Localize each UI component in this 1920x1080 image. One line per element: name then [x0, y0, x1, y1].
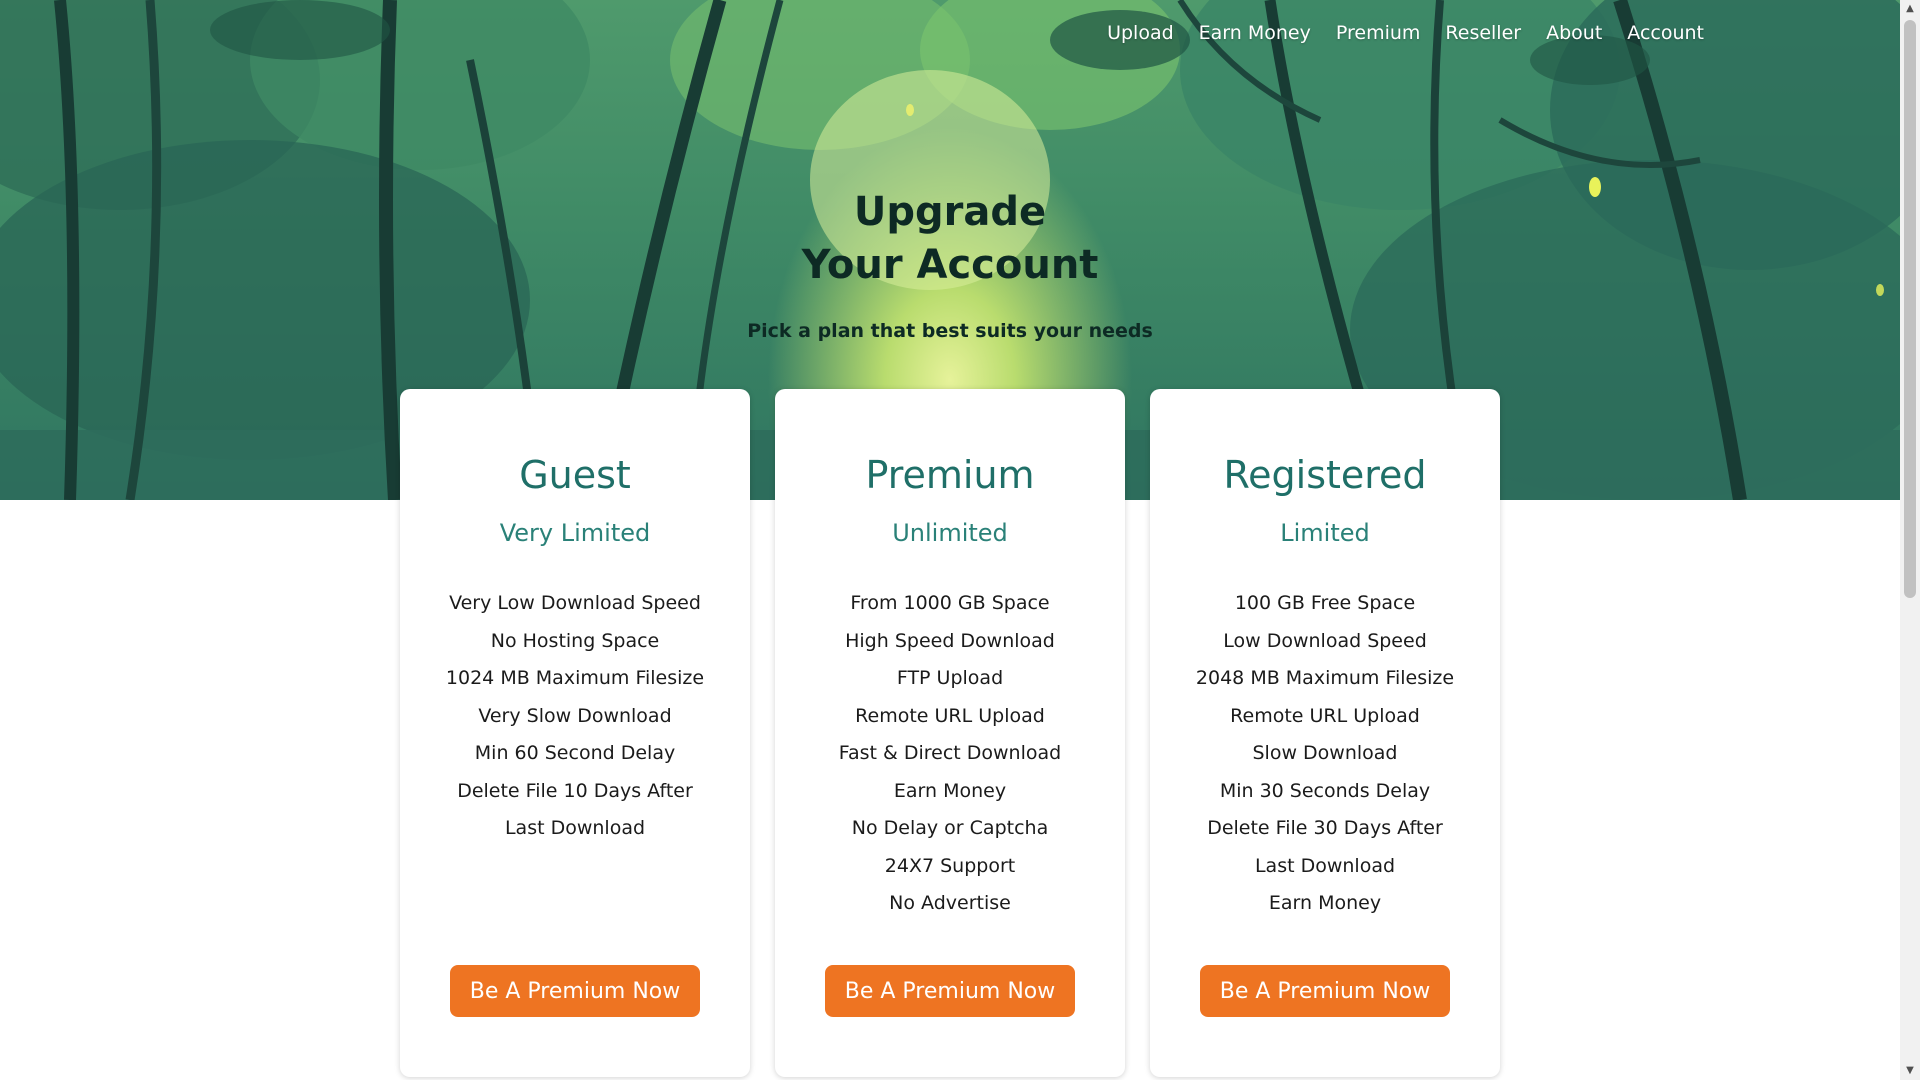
- vertical-scrollbar[interactable]: ▲ ▼: [1900, 0, 1920, 1080]
- page-subtitle: Pick a plan that best suits your needs: [747, 320, 1153, 342]
- scrollbar-thumb[interactable]: [1904, 20, 1916, 598]
- plan-tier: Unlimited: [892, 519, 1008, 547]
- plan-features: 100 GB Free Space Low Download Speed 204…: [1150, 585, 1500, 923]
- scroll-down-icon[interactable]: ▼: [1900, 1062, 1920, 1080]
- feature-item: Delete File 30 Days After: [1207, 817, 1443, 839]
- feature-item: Min 30 Seconds Delay: [1219, 779, 1431, 802]
- page-title: Upgrade Your Account: [0, 186, 1900, 292]
- feature-item: FTP Upload: [896, 667, 1004, 689]
- feature-item: Fast & Direct Download: [838, 742, 1062, 764]
- be-premium-button-premium[interactable]: Be A Premium Now: [825, 965, 1075, 1017]
- plan-name: Registered: [1223, 453, 1427, 497]
- nav-reseller[interactable]: Reseller: [1445, 22, 1521, 44]
- nav-about[interactable]: About: [1546, 22, 1602, 44]
- feature-item: High Speed Download: [845, 629, 1055, 652]
- feature-item: Very Slow Download: [478, 704, 672, 727]
- feature-item: 2048 MB Maximum Filesize: [1195, 667, 1455, 689]
- page-title-line2: Your Account: [801, 242, 1099, 288]
- feature-item: Remote URL Upload: [1230, 704, 1420, 727]
- plan-tier: Very Limited: [499, 519, 651, 547]
- feature-item: Slow Download: [1252, 742, 1398, 764]
- feature-item: Last Download: [504, 817, 646, 839]
- scroll-up-icon[interactable]: ▲: [1900, 0, 1920, 18]
- feature-item: Very Low Download Speed: [449, 592, 701, 614]
- feature-item: 24X7 Support: [884, 854, 1016, 877]
- nav-premium[interactable]: Premium: [1336, 22, 1421, 44]
- nav-upload[interactable]: Upload: [1107, 22, 1174, 44]
- be-premium-button-registered[interactable]: Be A Premium Now: [1200, 965, 1450, 1017]
- feature-item: No Hosting Space: [490, 629, 660, 652]
- feature-item: No Advertise: [889, 892, 1011, 914]
- feature-item: Last Download: [1254, 854, 1396, 877]
- feature-item: Low Download Speed: [1223, 629, 1427, 652]
- page-title-line1: Upgrade: [853, 189, 1047, 235]
- plan-card-guest: Guest Very Limited Very Low Download Spe…: [400, 389, 750, 1077]
- feature-item: From 1000 GB Space: [850, 592, 1050, 614]
- plan-tier: Limited: [1280, 519, 1370, 547]
- feature-item: Earn Money: [1268, 892, 1382, 914]
- feature-item: 1024 MB Maximum Filesize: [445, 667, 705, 689]
- feature-item: 100 GB Free Space: [1234, 592, 1416, 614]
- plan-features: From 1000 GB Space High Speed Download F…: [775, 585, 1125, 923]
- feature-item: Min 60 Second Delay: [474, 742, 676, 764]
- be-premium-button-guest[interactable]: Be A Premium Now: [450, 965, 700, 1017]
- feature-item: No Delay or Captcha: [851, 817, 1049, 839]
- plan-name: Premium: [865, 453, 1035, 497]
- nav-earn-money[interactable]: Earn Money: [1199, 22, 1311, 44]
- feature-item: Remote URL Upload: [855, 704, 1045, 727]
- plan-card-premium: Premium Unlimited From 1000 GB Space Hig…: [775, 389, 1125, 1077]
- plan-name: Guest: [519, 453, 631, 497]
- nav-account[interactable]: Account: [1627, 22, 1704, 44]
- plan-card-registered: Registered Limited 100 GB Free Space Low…: [1150, 389, 1500, 1077]
- top-nav: Upload Earn Money Premium Reseller About…: [1107, 22, 1704, 44]
- feature-item: Earn Money: [893, 779, 1007, 802]
- plan-features: Very Low Download Speed No Hosting Space…: [400, 585, 750, 848]
- feature-item: Delete File 10 Days After: [457, 779, 693, 802]
